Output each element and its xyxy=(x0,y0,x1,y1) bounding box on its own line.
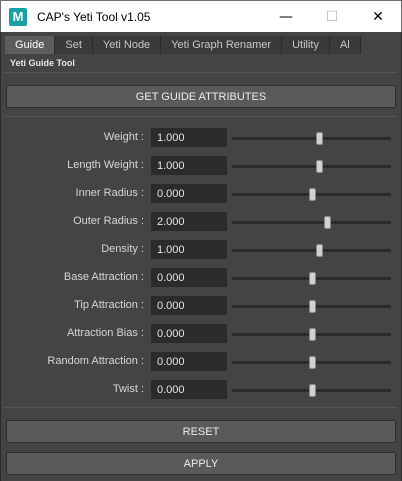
attribute-slider[interactable] xyxy=(232,156,391,176)
tab-bar: Guide Set Yeti Node Yeti Graph Renamer U… xyxy=(5,36,397,54)
attribute-slider[interactable] xyxy=(232,380,391,400)
attribute-value-field[interactable]: 0.000 xyxy=(151,268,227,287)
attribute-slider[interactable] xyxy=(232,268,391,288)
attribute-slider[interactable] xyxy=(232,128,391,148)
attribute-slider[interactable] xyxy=(232,212,391,232)
attribute-row: Random Attraction : 0.000 xyxy=(1,352,402,372)
attribute-row: Tip Attraction : 0.000 xyxy=(1,296,402,316)
close-button[interactable]: ✕ xyxy=(355,1,401,33)
get-guide-attributes-button[interactable]: GET GUIDE ATTRIBUTES xyxy=(6,85,396,108)
tab-yeti-graph-renamer[interactable]: Yeti Graph Renamer xyxy=(161,36,283,54)
divider xyxy=(5,116,397,117)
attribute-row: Weight : 1.000 xyxy=(1,128,402,148)
attribute-slider[interactable] xyxy=(232,296,391,316)
attribute-row: Length Weight : 1.000 xyxy=(1,156,402,176)
attribute-label: Twist : xyxy=(112,383,144,395)
divider xyxy=(5,72,397,73)
attribute-row: Twist : 0.000 xyxy=(1,380,402,400)
attribute-value-field[interactable]: 0.000 xyxy=(151,380,227,399)
maya-app-icon: M xyxy=(9,7,27,26)
attribute-value-field[interactable]: 1.000 xyxy=(151,156,227,175)
attribute-label: Outer Radius : xyxy=(73,215,144,227)
attribute-row: Outer Radius : 2.000 xyxy=(1,212,402,232)
slider-track xyxy=(232,137,391,140)
slider-handle[interactable] xyxy=(316,244,324,257)
tab-yeti-node[interactable]: Yeti Node xyxy=(92,36,162,54)
slider-track xyxy=(232,221,391,224)
apply-button[interactable]: APPLY xyxy=(6,452,396,475)
section-title: Yeti Guide Tool xyxy=(10,58,75,68)
attribute-label: Random Attraction : xyxy=(47,355,144,367)
reset-button[interactable]: RESET xyxy=(6,420,396,443)
attribute-label: Tip Attraction : xyxy=(74,299,144,311)
title-bar[interactable]: M CAP's Yeti Tool v1.05 — ☐ ✕ xyxy=(0,0,402,32)
attribute-label: Attraction Bias : xyxy=(66,327,144,339)
divider xyxy=(5,407,397,408)
attribute-value-field[interactable]: 1.000 xyxy=(151,128,227,147)
attribute-label: Density : xyxy=(101,243,144,255)
attribute-label: Base Attraction : xyxy=(63,271,144,283)
attribute-slider[interactable] xyxy=(232,352,391,372)
slider-track xyxy=(232,249,391,252)
attribute-slider[interactable] xyxy=(232,184,391,204)
tab-set[interactable]: Set xyxy=(55,36,93,54)
slider-handle[interactable] xyxy=(308,356,316,369)
attribute-value-field[interactable]: 0.000 xyxy=(151,352,227,371)
slider-handle[interactable] xyxy=(308,188,316,201)
slider-handle[interactable] xyxy=(316,132,324,145)
attribute-value-field[interactable]: 2.000 xyxy=(151,212,227,231)
attribute-value-field[interactable]: 1.000 xyxy=(151,240,227,259)
window-controls: — ☐ ✕ xyxy=(263,1,401,33)
slider-handle[interactable] xyxy=(308,272,316,285)
attribute-slider[interactable] xyxy=(232,240,391,260)
attribute-value-field[interactable]: 0.000 xyxy=(151,184,227,203)
attribute-row: Base Attraction : 0.000 xyxy=(1,268,402,288)
attribute-label: Weight : xyxy=(103,131,144,143)
slider-handle[interactable] xyxy=(308,300,316,313)
slider-handle[interactable] xyxy=(308,328,316,341)
tab-guide[interactable]: Guide xyxy=(5,36,56,54)
tab-al[interactable]: Al xyxy=(329,36,361,54)
slider-handle[interactable] xyxy=(308,384,316,397)
attribute-label: Inner Radius : xyxy=(75,187,144,199)
slider-handle[interactable] xyxy=(324,216,332,229)
window-title: CAP's Yeti Tool v1.05 xyxy=(37,9,151,24)
attribute-label: Length Weight : xyxy=(67,159,144,171)
attribute-row: Inner Radius : 0.000 xyxy=(1,184,402,204)
attribute-value-field[interactable]: 0.000 xyxy=(151,324,227,343)
slider-track xyxy=(232,165,391,168)
attribute-row: Density : 1.000 xyxy=(1,240,402,260)
tool-panel: Guide Set Yeti Node Yeti Graph Renamer U… xyxy=(0,32,402,481)
minimize-button[interactable]: — xyxy=(263,1,309,33)
slider-handle[interactable] xyxy=(316,160,324,173)
attribute-value-field[interactable]: 0.000 xyxy=(151,296,227,315)
maximize-button: ☐ xyxy=(325,8,339,25)
tab-utility[interactable]: Utility xyxy=(282,36,330,54)
attribute-slider[interactable] xyxy=(232,324,391,344)
attribute-row: Attraction Bias : 0.000 xyxy=(1,324,402,344)
